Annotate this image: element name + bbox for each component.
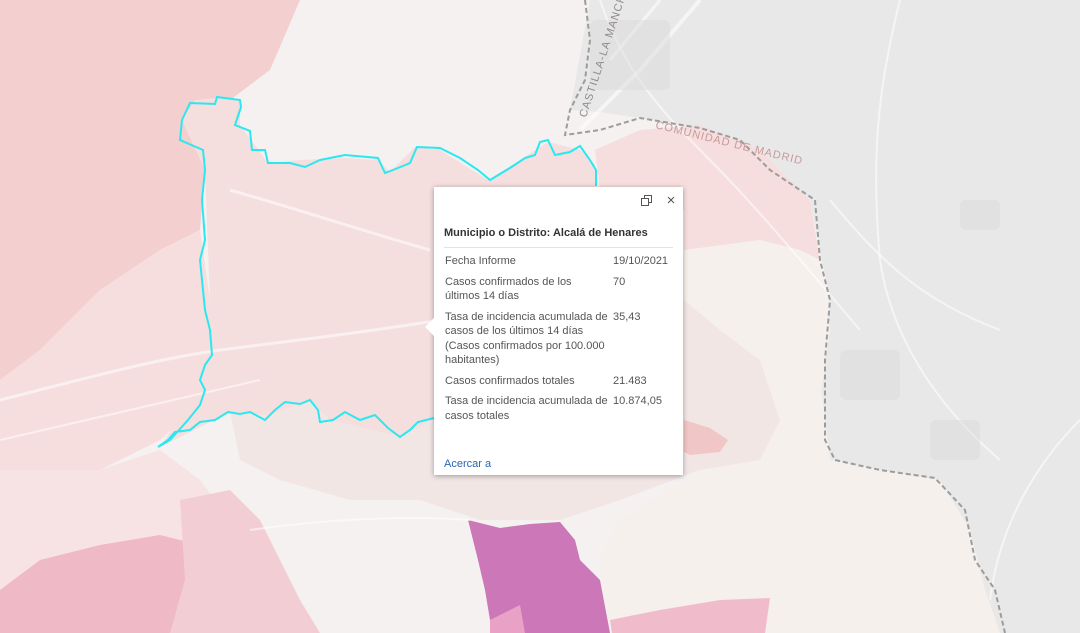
attribute-row: Fecha Informe 19/10/2021 [443,254,668,275]
attribute-row: Tasa de incidencia acumulada de casos de… [443,310,668,374]
close-icon[interactable]: × [663,193,679,209]
attribute-value: 70 [613,275,626,288]
dock-icon[interactable] [640,193,656,209]
attribute-row: Casos confirmados de los últimos 14 días… [443,275,668,310]
attribute-label: Tasa de incidencia acumulada de casos to… [445,395,608,422]
popup-divider [444,247,673,248]
attribute-value: 35,43 [613,310,641,323]
popup-title: Municipio o Distrito: Alcalá de Henares [444,227,648,239]
attribute-value: 21.483 [613,374,647,387]
attribute-row: Casos confirmados totales 21.483 [443,374,668,395]
attribute-value: 19/10/2021 [613,255,669,267]
info-popup: × Municipio o Distrito: Alcalá de Henare… [425,187,683,475]
popup-pointer [425,318,434,336]
attribute-label: Fecha Informe [445,255,516,267]
attribute-label: Casos confirmados totales [445,374,575,387]
attribute-row: Tasa de incidencia acumulada de casos to… [443,394,668,429]
attribute-value: 10.874,05 [613,395,662,407]
zoom-to-link[interactable]: Acercar a [444,458,491,470]
attribute-label: Tasa de incidencia acumulada de casos de… [445,310,608,367]
attribute-table: Fecha Informe 19/10/2021 Casos confirmad… [443,254,668,429]
popup-header: × [434,187,683,217]
dock-icon-front [641,198,649,206]
attribute-label: Casos confirmados de los últimos 14 días [445,275,572,303]
